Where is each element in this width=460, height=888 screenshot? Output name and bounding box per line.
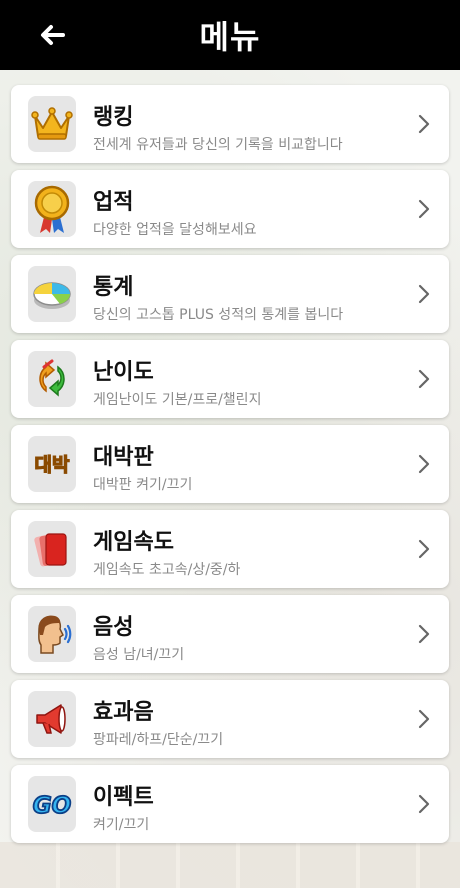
daebak-badge-icon: 대박 <box>28 436 76 492</box>
pie-chart-icon <box>28 266 76 322</box>
menu-item-voice[interactable]: 음성 음성 남/녀/끄기 <box>11 595 449 673</box>
menu-item-title: 효과음 <box>93 700 154 725</box>
medal-icon <box>28 181 76 237</box>
megaphone-icon <box>28 691 76 747</box>
crown-icon <box>28 96 76 152</box>
top-bar: 메뉴 <box>0 0 460 70</box>
speaking-head-icon <box>28 606 76 662</box>
menu-item-title: 통계 <box>93 275 134 300</box>
chevron-right-icon <box>418 624 430 644</box>
menu-item-description: 음성 남/녀/끄기 <box>93 647 185 663</box>
chevron-right-icon <box>418 539 430 559</box>
menu-item-title: 대박판 <box>93 445 154 470</box>
svg-text:GO: GO <box>33 793 71 819</box>
chevron-right-icon <box>418 199 430 219</box>
menu-item-title: 업적 <box>93 190 134 215</box>
menu-item-achievements[interactable]: 업적 다양한 업적을 달성해보세요 <box>11 170 449 248</box>
svg-text:대박: 대박 <box>35 454 70 476</box>
go-badge-icon: GO <box>28 776 76 832</box>
chevron-right-icon <box>418 454 430 474</box>
chevron-right-icon <box>418 709 430 729</box>
menu-item-description: 켜기/끄기 <box>93 817 150 833</box>
menu-item-title: 랭킹 <box>93 105 134 130</box>
swap-arrows-icon <box>28 351 76 407</box>
menu-item-description: 팡파레/하프/단순/끄기 <box>93 732 224 748</box>
menu-item-game-speed[interactable]: 게임속도 게임속도 초고속/상/중/하 <box>11 510 449 588</box>
menu-item-effects[interactable]: GO 이펙트 켜기/끄기 <box>11 765 449 843</box>
menu-item-statistics[interactable]: 통계 당신의 고스톱 PLUS 성적의 통계를 봅니다 <box>11 255 449 333</box>
menu-list: 랭킹 전세계 유저들과 당신의 기록을 비교합니다 업적 다양한 업적을 달성해… <box>11 85 449 850</box>
menu-item-description: 게임난이도 기본/프로/챌린지 <box>93 392 262 408</box>
menu-item-description: 다양한 업적을 달성해보세요 <box>93 222 257 238</box>
menu-item-title: 난이도 <box>93 360 154 385</box>
menu-item-ranking[interactable]: 랭킹 전세계 유저들과 당신의 기록을 비교합니다 <box>11 85 449 163</box>
menu-item-title: 음성 <box>93 615 134 640</box>
chevron-right-icon <box>418 114 430 134</box>
menu-item-difficulty[interactable]: 난이도 게임난이도 기본/프로/챌린지 <box>11 340 449 418</box>
menu-item-description: 당신의 고스톱 PLUS 성적의 통계를 봅니다 <box>93 307 344 323</box>
menu-item-sound-effects[interactable]: 효과음 팡파레/하프/단순/끄기 <box>11 680 449 758</box>
menu-item-daebak[interactable]: 대박 대박판 대박판 켜기/끄기 <box>11 425 449 503</box>
menu-item-description: 전세계 유저들과 당신의 기록을 비교합니다 <box>93 137 343 153</box>
chevron-right-icon <box>418 284 430 304</box>
chevron-right-icon <box>418 794 430 814</box>
menu-item-title: 게임속도 <box>93 530 174 555</box>
menu-item-description: 게임속도 초고속/상/중/하 <box>93 562 241 578</box>
page-title: 메뉴 <box>199 18 261 56</box>
cards-icon <box>28 521 76 577</box>
menu-item-title: 이펙트 <box>93 785 154 810</box>
chevron-right-icon <box>418 369 430 389</box>
menu-item-description: 대박판 켜기/끄기 <box>93 477 193 493</box>
